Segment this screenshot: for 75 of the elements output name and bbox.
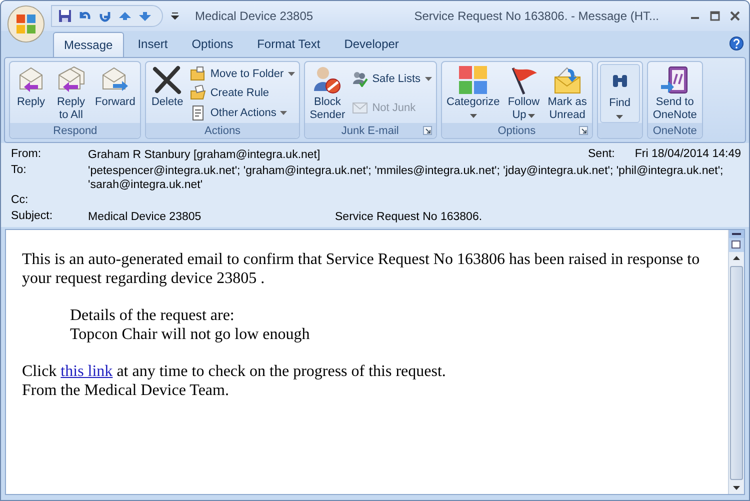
folder-icon [190,66,206,82]
ribbon-button[interactable]: Send to OneNote [650,64,700,123]
office-button[interactable] [7,5,45,43]
folder-envelope-icon [190,85,206,102]
maximize-icon[interactable] [709,10,721,22]
ribbon-button[interactable]: Reply to All [52,64,90,123]
document-icon [190,105,206,122]
ribbon-button[interactable]: Create Rule [190,84,295,103]
group-footer [598,123,642,138]
caret-icon [616,115,624,119]
group-label: Junk E-mail [341,124,399,136]
close-icon[interactable] [729,10,741,22]
body-text: Details of the request are: [70,306,236,325]
envelope-icon [352,100,368,116]
notebook-icon [660,65,690,95]
reading-pane-icon[interactable] [729,238,744,252]
recipients-text: 'petespencer@integra.uk.net'; 'graham@integra.uk.net'; 'mmiles@integra.uk.net'; 'jday@integra.uk.net'; 'phil@integra.uk.net'; 'sarah@integra.uk.net' [88,164,724,192]
ribbon-button[interactable]: Categorize [444,64,503,123]
caret-icon [528,114,536,118]
down-arrow-icon[interactable] [138,9,152,23]
group-label: Respond [53,124,98,136]
ribbon-button[interactable]: Other Actions [190,104,295,123]
ribbon-tab[interactable]: Insert [128,32,178,57]
field-label: Cc: [11,194,30,206]
caret-icon [288,72,295,76]
window-title: Service Request No 163806. - Message (HT... [414,9,659,23]
field-label: Sent: [588,148,615,160]
caret-icon [470,114,477,118]
ribbon-tab[interactable]: Format Text [247,32,330,57]
sent-date-text: Fri 18/04/2014 14:49 [634,148,741,160]
subject-text: Service Request No 163806. [335,210,482,224]
ribbon-button[interactable]: Find [600,64,640,123]
split-handle-icon[interactable] [729,230,744,238]
dialog-launcher-icon[interactable] [422,126,432,135]
vertical-scrollbar[interactable] [728,230,744,494]
ribbon-button[interactable]: Mark as Unread [544,64,590,123]
group-label: Options [498,124,536,136]
caret-icon [424,76,432,81]
redo-icon[interactable] [98,9,112,23]
ribbon-tab[interactable]: Options [182,32,244,57]
body-text: From the Medical Device Team. [22,381,230,400]
envelopes-left-arrow-icon [56,65,86,95]
group-label: OneNote [652,124,697,136]
ribbon-button[interactable]: Follow Up [504,64,543,123]
ribbon-button[interactable]: Safe Lists [352,69,432,88]
ribbon-tab[interactable]: Developer [334,32,409,57]
person-blocked-icon [312,65,342,95]
ribbon-button[interactable]: Forward [92,64,138,123]
help-icon[interactable] [729,36,744,51]
ribbon-button[interactable]: Delete [148,64,186,123]
group-label: Actions [204,124,241,136]
color-squares-icon [458,65,488,95]
subject-text: Medical Device 23805 [88,210,202,224]
customize-caret-icon[interactable] [171,12,179,20]
body-text: Click this link at any time to check on the progress of this request. [22,362,447,381]
envelope-arrow-icon [552,65,582,95]
ribbon-tab[interactable]: Message [53,32,124,57]
window-title: Medical Device 23805 [195,9,314,23]
scrollbar-thumb[interactable] [730,266,743,480]
ribbon-button[interactable]: Reply [12,64,50,123]
save-icon[interactable] [58,9,72,23]
ribbon-button[interactable]: Block Sender [306,64,348,123]
up-arrow-icon[interactable] [118,9,132,23]
ribbon-button[interactable]: Move to Folder [190,64,295,84]
field-label: To: [11,164,28,176]
caret-icon [280,111,288,116]
people-check-icon [352,70,368,87]
sender-text: Graham R Stanbury [graham@integra.uk.net] [88,148,322,162]
cross-icon [152,65,182,95]
dialog-launcher-icon[interactable] [578,126,588,135]
field-label: Subject: [11,210,54,222]
field-label: From: [11,148,42,160]
body-text: Topcon Chair will not go low enough [70,325,311,344]
request-link[interactable]: this link [60,363,113,380]
body-paragraph: This is an auto-generated email to confirm that Service Request No 163806 has been raised in response to your request regarding device 23805 . [22,250,701,288]
